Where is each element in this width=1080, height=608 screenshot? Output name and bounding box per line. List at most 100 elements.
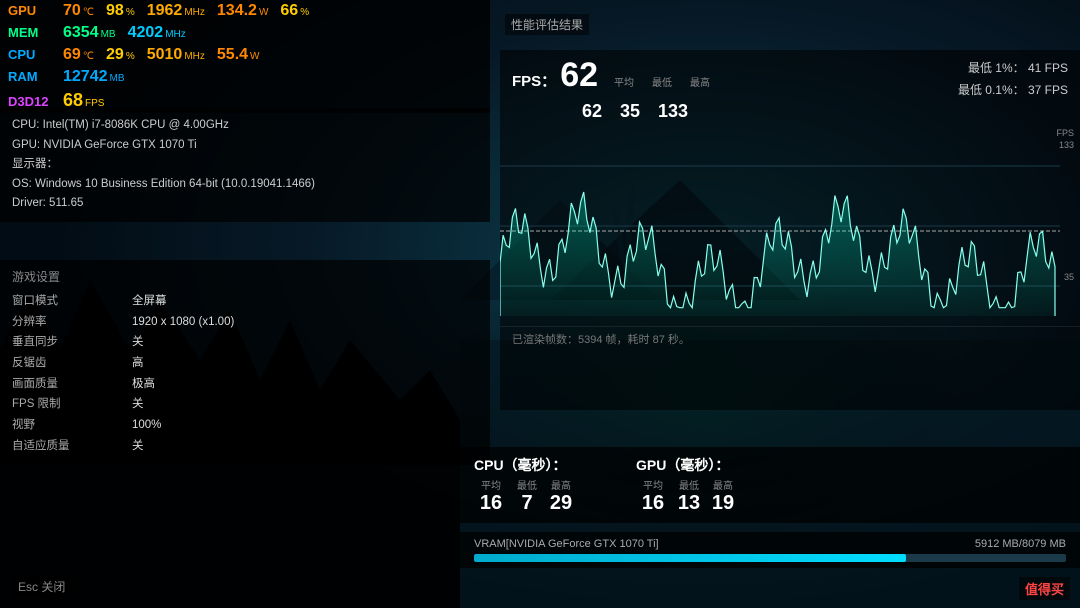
percentile-1-label: 最低 1%： 41 FPS — [958, 58, 1068, 80]
cpu-usage-unit: % — [126, 51, 135, 62]
mem-label: MEM — [8, 25, 63, 40]
gpu-power-val: 134.2 — [217, 2, 257, 20]
cpu-temp-unit: ℃ — [83, 51, 94, 62]
fps-chart-area: FPS： 62 平均 最低 最高 最低 1%： 41 FPS 最低 0.1%： … — [500, 50, 1080, 410]
settings-row: FPS 限制关 — [12, 394, 478, 415]
ram-metrics-row: RAM 12742 MB — [0, 66, 490, 88]
gpu-label: GPU — [8, 3, 63, 18]
ram-usage-val: 12742 — [63, 68, 108, 86]
gpu-metrics-row: GPU 70 ℃ 98 % 1962 MHz 134.2 W 66 % — [0, 0, 490, 22]
cpu-min-header: 最低 — [517, 477, 537, 492]
percentile-stats: 最低 1%： 41 FPS 最低 0.1%： 37 FPS — [958, 58, 1068, 101]
ram-label: RAM — [8, 69, 63, 84]
cpu-temp-val: 69 — [63, 46, 81, 64]
mem-metrics-row: MEM 6354 MB 4202 MHz — [0, 22, 490, 44]
gpu-clock-unit: MHz — [184, 7, 205, 18]
gpu-clock-val: 1962 — [147, 2, 183, 20]
gpu-ms-block: GPU（毫秒）： 平均 16 最低 13 最高 19 — [636, 455, 738, 515]
col-max-header: 最高 — [690, 74, 710, 89]
mem-usage-unit: MB — [101, 29, 116, 40]
fps-stats-cols-header: 平均 最低 最高 — [610, 74, 710, 89]
settings-row: 窗口模式全屏幕 — [12, 291, 478, 312]
cpu-metrics-row: CPU 69 ℃ 29 % 5010 MHz 55.4 W — [0, 44, 490, 66]
gpu-min-val: 13 — [678, 492, 700, 515]
cpu-power-val: 55.4 — [217, 46, 248, 64]
fps-max-display: 133 — [658, 101, 696, 122]
gpu-temp-unit: ℃ — [83, 7, 94, 18]
cpu-avg-val: 16 — [480, 492, 502, 515]
col-avg-header: 平均 — [614, 74, 634, 89]
cpu-clock-unit: MHz — [184, 51, 205, 62]
chart-y-fps-label: FPS — [1056, 128, 1074, 138]
settings-row: 视野100% — [12, 415, 478, 436]
gpu-power-unit: W — [259, 7, 268, 18]
cpu-info-line: CPU: Intel(TM) i7-8086K CPU @ 4.00GHz — [12, 116, 478, 136]
vram-values: 5912 MB/8079 MB — [975, 538, 1066, 550]
col-min-header: 最低 — [652, 74, 672, 89]
settings-row: 画面质量极高 — [12, 374, 478, 395]
gpu-max-header: 最高 — [713, 477, 733, 492]
cpu-min-val: 7 — [521, 492, 532, 515]
chart-container: FPS 133 35 — [500, 126, 1080, 326]
settings-row: 分辨率1920 x 1080 (x1.00) — [12, 312, 478, 333]
mem-clock-unit: MHz — [165, 29, 186, 40]
gpu-load2-val: 66 — [280, 2, 298, 20]
vram-bar-fill — [474, 554, 906, 562]
cpu-label: CPU — [8, 47, 63, 62]
fps-waveform-chart — [500, 126, 1080, 326]
settings-row: 垂直同步关 — [12, 332, 478, 353]
settings-row: 自适应质量关 — [12, 436, 478, 457]
d3d-metrics-row: D3D12 68 FPS — [0, 88, 490, 113]
cpu-max-val: 29 — [550, 492, 572, 515]
percentile-01-label: 最低 0.1%： 37 FPS — [958, 80, 1068, 102]
gpu-min-header: 最低 — [679, 477, 699, 492]
chart-header: FPS： 62 平均 最低 最高 最低 1%： 41 FPS 最低 0.1%： … — [500, 50, 1080, 101]
game-settings-panel: 游戏设置 窗口模式全屏幕分辨率1920 x 1080 (x1.00)垂直同步关反… — [0, 260, 490, 465]
gpu-avg-header: 平均 — [643, 477, 663, 492]
gpu-ms-label: GPU（毫秒）： — [636, 455, 729, 475]
gpu-avg-val: 16 — [642, 492, 664, 515]
vram-label-row: VRAM[NVIDIA GeForce GTX 1070 Ti] 5912 MB… — [474, 538, 1066, 550]
mem-clock-val: 4202 — [128, 24, 164, 42]
ram-usage-unit: MB — [110, 73, 125, 84]
cpu-ms-label: CPU（毫秒）： — [474, 455, 567, 475]
fps-avg-display: 62 — [582, 101, 620, 122]
gpu-info-line: GPU: NVIDIA GeForce GTX 1070 Ti — [12, 136, 478, 156]
driver-info-line: Driver: 511.65 — [12, 194, 478, 214]
d3d-label: D3D12 — [8, 94, 63, 109]
perf-rating-label: 性能评估结果 — [505, 14, 589, 35]
esc-close-button[interactable]: Esc 关闭 — [10, 575, 73, 598]
fps-chart-label: FPS： — [512, 70, 556, 91]
fps-hud-val: 68 — [63, 90, 83, 111]
bottom-frame-stats: CPU（毫秒）： 平均 16 最低 7 最高 29 GPU（毫秒） — [460, 447, 1080, 523]
vram-bar-bg — [474, 554, 1066, 562]
gpu-usage-unit: % — [126, 7, 135, 18]
system-info-panel: CPU: Intel(TM) i7-8086K CPU @ 4.00GHz GP… — [0, 108, 490, 222]
chart-caption: 已渲染帧数：5394 帧，耗时 87 秒。 — [500, 326, 1080, 351]
cpu-power-unit: W — [250, 51, 259, 62]
top-metrics-container: GPU 70 ℃ 98 % 1962 MHz 134.2 W 66 % MEM … — [0, 0, 490, 113]
chart-y-top-val: 133 — [1059, 140, 1074, 150]
fps-values-row: 62 35 133 — [500, 101, 1080, 126]
vram-label: VRAM[NVIDIA GeForce GTX 1070 Ti] — [474, 538, 659, 550]
gpu-load2-unit: % — [300, 7, 309, 18]
gpu-temp-val: 70 — [63, 2, 81, 20]
fps-avg-val: 62 — [560, 58, 598, 92]
gpu-usage-val: 98 — [106, 2, 124, 20]
mem-usage-val: 6354 — [63, 24, 99, 42]
fps-main-display: FPS： 62 平均 最低 最高 — [512, 58, 710, 92]
settings-title: 游戏设置 — [12, 268, 478, 285]
cpu-usage-val: 29 — [106, 46, 124, 64]
watermark: 值得买 — [1019, 577, 1070, 600]
cpu-avg-header: 平均 — [481, 477, 501, 492]
cpu-ms-block: CPU（毫秒）： 平均 16 最低 7 最高 29 — [474, 455, 576, 515]
display-label: 显示器： — [12, 155, 478, 175]
gpu-max-val: 19 — [712, 492, 734, 515]
settings-rows: 窗口模式全屏幕分辨率1920 x 1080 (x1.00)垂直同步关反锯齿高画面… — [12, 291, 478, 457]
cpu-max-header: 最高 — [551, 477, 571, 492]
os-info-line: OS: Windows 10 Business Edition 64-bit (… — [12, 175, 478, 195]
vram-section: VRAM[NVIDIA GeForce GTX 1070 Ti] 5912 MB… — [460, 532, 1080, 568]
hud-overlay: GPU 70 ℃ 98 % 1962 MHz 134.2 W 66 % MEM … — [0, 0, 1080, 608]
cpu-clock-val: 5010 — [147, 46, 183, 64]
fps-min-display: 35 — [620, 101, 658, 122]
